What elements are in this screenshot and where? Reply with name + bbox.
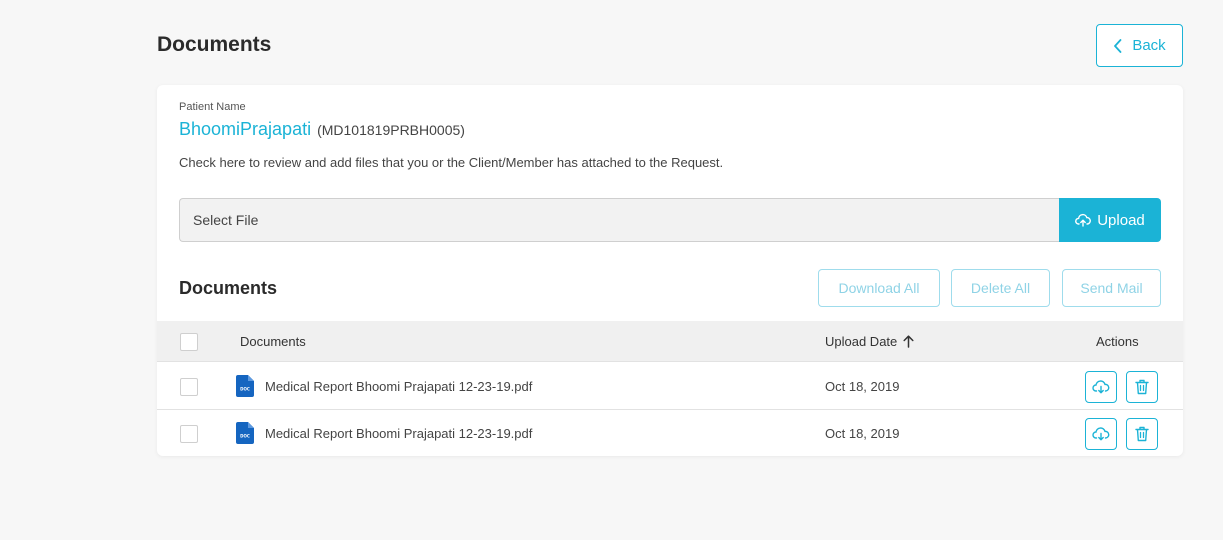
- row-delete-button[interactable]: [1126, 418, 1158, 450]
- cloud-download-icon: [1092, 380, 1110, 394]
- patient-name-label: Patient Name: [179, 101, 246, 113]
- document-date: Oct 18, 2019: [825, 426, 900, 441]
- back-button[interactable]: Back: [1096, 24, 1183, 67]
- svg-text:DOC: DOC: [240, 387, 250, 392]
- info-text: Check here to review and add files that …: [179, 155, 724, 170]
- page-title: Documents: [157, 33, 272, 56]
- select-all-checkbox[interactable]: [180, 333, 198, 351]
- document-date: Oct 18, 2019: [825, 379, 900, 394]
- column-documents: Documents: [240, 334, 306, 349]
- back-button-label: Back: [1132, 37, 1166, 54]
- select-file-input[interactable]: Select File: [179, 198, 1059, 242]
- trash-icon: [1135, 426, 1149, 442]
- arrow-up-icon: [903, 335, 914, 348]
- svg-text:DOC: DOC: [240, 434, 250, 439]
- download-all-button[interactable]: Download All: [818, 269, 940, 307]
- chevron-left-icon: [1114, 38, 1122, 53]
- table-row: DOC Medical Report Bhoomi Prajapati 12-2…: [157, 363, 1183, 410]
- row-checkbox[interactable]: [180, 425, 198, 443]
- row-checkbox[interactable]: [180, 378, 198, 396]
- column-actions: Actions: [1096, 334, 1139, 349]
- send-mail-button[interactable]: Send Mail: [1062, 269, 1161, 307]
- file-upload-row: Select File Upload: [179, 198, 1161, 242]
- row-download-button[interactable]: [1085, 418, 1117, 450]
- column-upload-date[interactable]: Upload Date: [825, 334, 914, 349]
- table-header: Documents Upload Date Actions: [157, 321, 1183, 362]
- upload-button[interactable]: Upload: [1059, 198, 1161, 242]
- cloud-upload-icon: [1075, 213, 1092, 227]
- delete-all-button[interactable]: Delete All: [951, 269, 1050, 307]
- trash-icon: [1135, 379, 1149, 395]
- doc-file-icon: DOC: [236, 422, 254, 444]
- documents-card: Patient Name BhoomiPrajapati (MD101819PR…: [157, 85, 1183, 456]
- patient-name-row: BhoomiPrajapati (MD101819PRBH0005): [179, 119, 465, 140]
- documents-heading: Documents: [179, 278, 278, 298]
- column-upload-date-label: Upload Date: [825, 334, 898, 349]
- patient-name: BhoomiPrajapati: [179, 119, 312, 139]
- document-name[interactable]: Medical Report Bhoomi Prajapati 12-23-19…: [265, 379, 532, 394]
- patient-id: (MD101819PRBH0005): [317, 122, 465, 138]
- upload-button-label: Upload: [1097, 211, 1145, 229]
- document-name[interactable]: Medical Report Bhoomi Prajapati 12-23-19…: [265, 426, 532, 441]
- row-download-button[interactable]: [1085, 371, 1117, 403]
- doc-file-icon: DOC: [236, 375, 254, 397]
- row-delete-button[interactable]: [1126, 371, 1158, 403]
- table-row: DOC Medical Report Bhoomi Prajapati 12-2…: [157, 410, 1183, 456]
- cloud-download-icon: [1092, 427, 1110, 441]
